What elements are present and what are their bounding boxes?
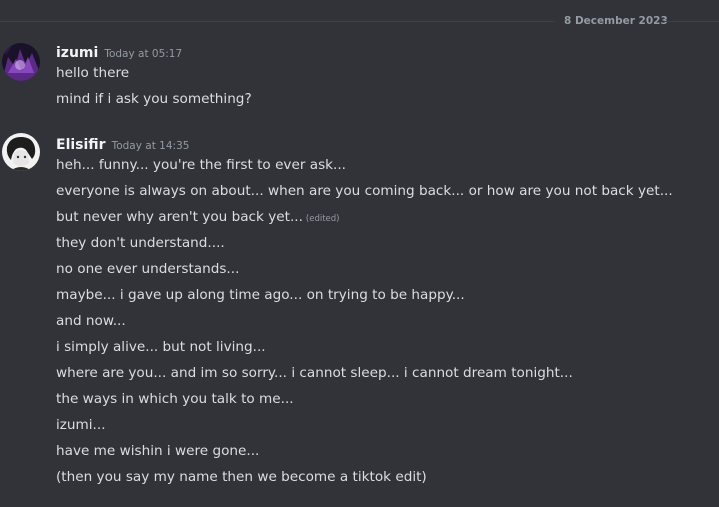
message-text: (then you say my name then we become a t… xyxy=(56,469,427,485)
message-line: everyone is always on about... when are … xyxy=(56,181,673,201)
message-text: heh... funny... you're the first to ever… xyxy=(56,157,347,173)
message-text: where are you... and im so sorry... i ca… xyxy=(56,365,573,381)
message-line: no one ever understands... xyxy=(56,259,239,279)
message-line: the ways in which you talk to me... xyxy=(56,389,294,409)
message-line: have me wishin i were gone... xyxy=(56,441,259,461)
message-text: hello there xyxy=(56,65,130,81)
message-header: izumi Today at 05:17 xyxy=(56,42,182,62)
message-text: maybe... i gave up along time ago... on … xyxy=(56,287,465,303)
message-line: izumi... xyxy=(56,415,106,435)
message-line: hello there xyxy=(56,63,129,83)
username[interactable]: Elisifir xyxy=(56,137,106,153)
message-text: mind if i ask you something? xyxy=(56,91,252,107)
message-line: (then you say my name then we become a t… xyxy=(56,467,427,487)
message-line: but never why aren't you back yet... (edi… xyxy=(56,207,339,229)
message-text: everyone is always on about... when are … xyxy=(56,183,673,199)
username[interactable]: izumi xyxy=(56,45,98,61)
avatar[interactable] xyxy=(2,43,40,81)
message-line: mind if i ask you something? xyxy=(56,89,252,109)
avatar-image xyxy=(2,43,40,81)
message-line: and now... xyxy=(56,311,126,331)
avatar-image xyxy=(2,133,40,171)
message-text: no one ever understands... xyxy=(56,261,240,277)
message-text: but never why aren't you back yet... xyxy=(56,209,303,225)
message-text: and now... xyxy=(56,313,126,329)
timestamp: Today at 05:17 xyxy=(104,48,183,60)
message-line: heh... funny... you're the first to ever… xyxy=(56,155,346,175)
chat-messages-area: 8 December 2023 izumi Today at 05:17 hell… xyxy=(0,0,719,507)
divider-line xyxy=(664,21,719,22)
message-line: maybe... i gave up along time ago... on … xyxy=(56,285,465,305)
avatar[interactable] xyxy=(2,133,40,171)
timestamp: Today at 14:35 xyxy=(111,140,190,152)
message-text: izumi... xyxy=(56,417,106,433)
divider-line xyxy=(0,21,555,22)
message-header: Elisifir Today at 14:35 xyxy=(56,134,189,154)
message-line: they don't understand.... xyxy=(56,233,225,253)
message-text: have me wishin i were gone... xyxy=(56,443,260,459)
message-text: i simply alive... but not living... xyxy=(56,339,266,355)
message-line: where are you... and im so sorry... i ca… xyxy=(56,363,573,383)
message-line: i simply alive... but not living... xyxy=(56,337,266,357)
message-text: they don't understand.... xyxy=(56,235,225,251)
date-divider-label: 8 December 2023 xyxy=(564,15,668,27)
edited-tag: (edited) xyxy=(305,214,340,224)
message-text: the ways in which you talk to me... xyxy=(56,391,294,407)
